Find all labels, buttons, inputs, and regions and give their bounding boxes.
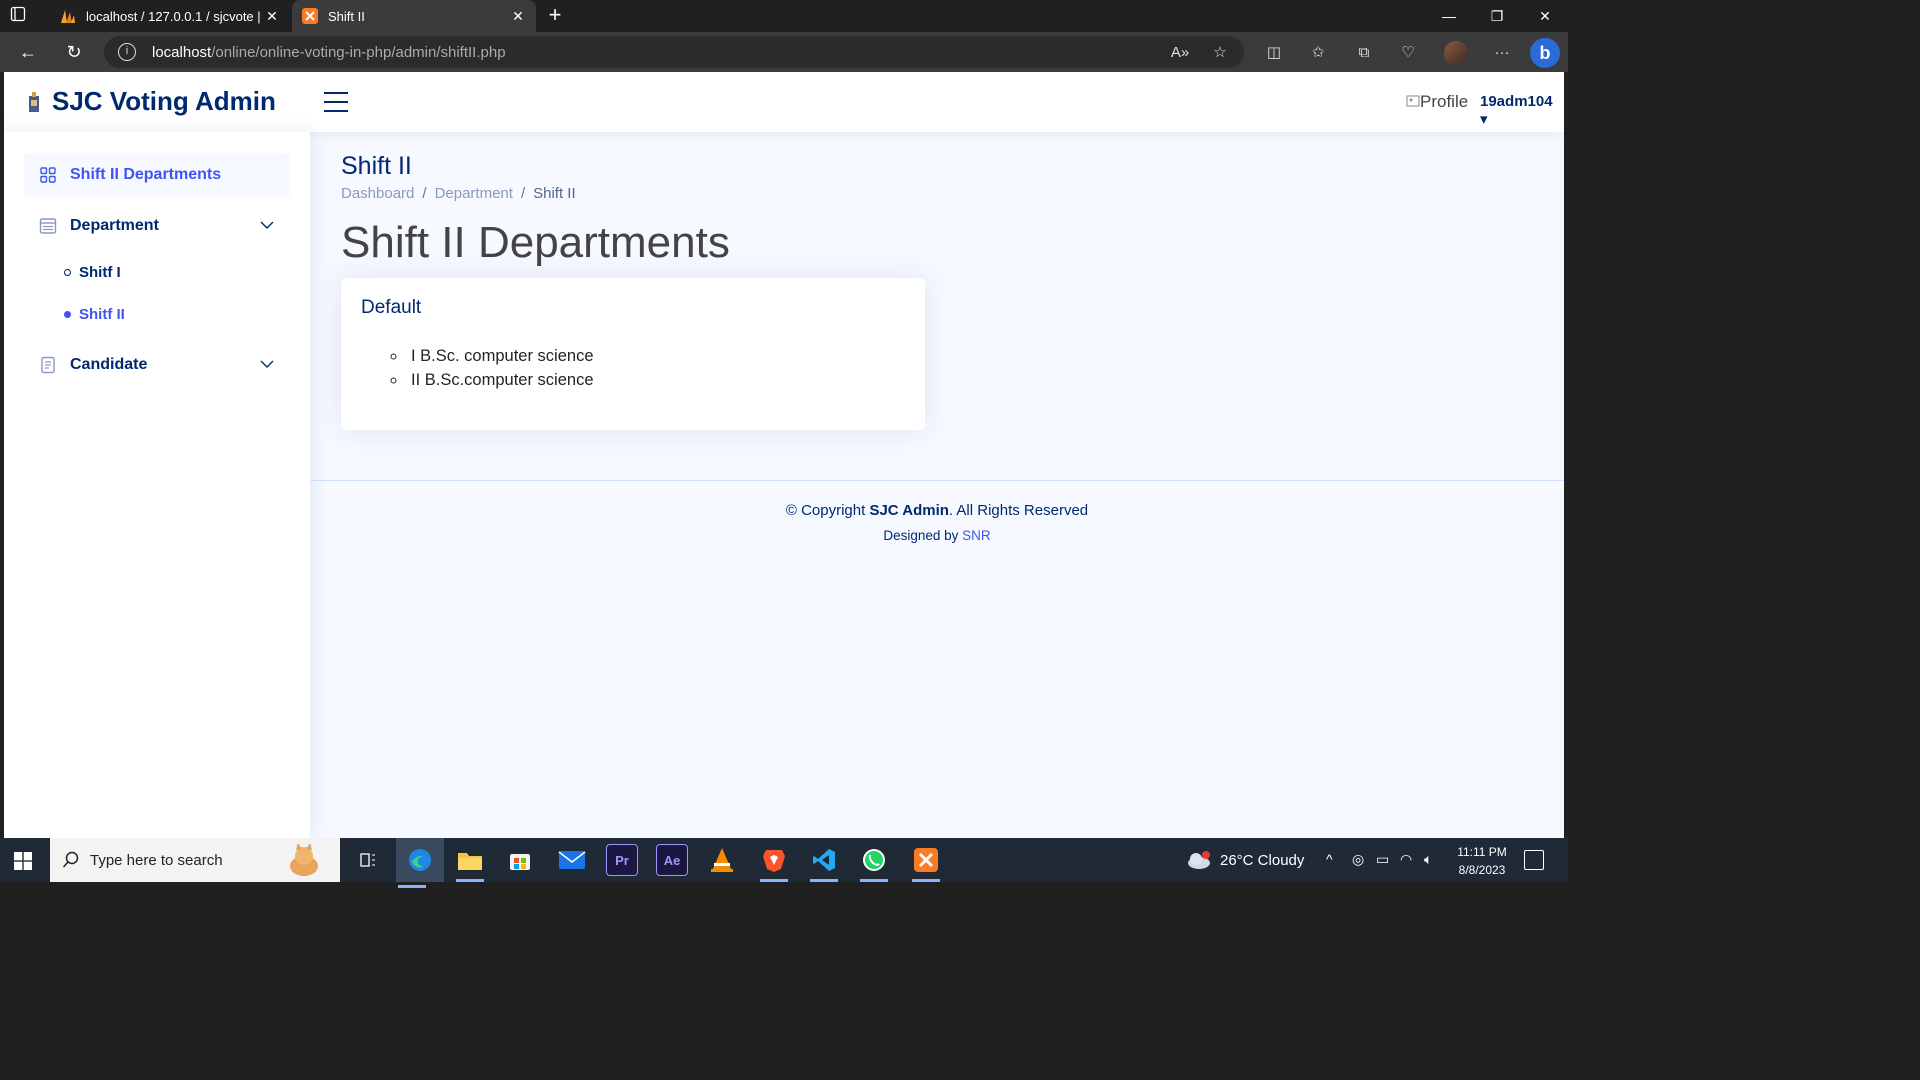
volume-icon[interactable]: 🔈︎ (1424, 851, 1432, 868)
chevron-down-icon (260, 360, 274, 368)
battery-icon[interactable]: ▭ (1376, 851, 1389, 868)
mail-icon[interactable] (556, 844, 588, 876)
wifi-icon[interactable]: ◠ (1400, 851, 1412, 868)
list-item: I B.Sc. computer science (407, 344, 594, 368)
address-bar[interactable]: i localhost/online/online-voting-in-php/… (104, 36, 1244, 68)
window-close-icon[interactable]: ✕ (1522, 0, 1568, 32)
chevron-down-icon (260, 221, 274, 229)
performance-icon[interactable]: ♡ (1396, 40, 1420, 64)
breadcrumb-department[interactable]: Department (435, 185, 513, 202)
footer-divider (310, 480, 1564, 481)
minimize-icon[interactable]: — (1426, 0, 1472, 32)
chevron-up-icon[interactable]: ^ (1326, 851, 1333, 867)
favorites-icon[interactable]: ✩ (1306, 40, 1330, 64)
browser-toolbar: ← ↻ i localhost/online/online-voting-in-… (0, 32, 1568, 72)
tab-title: Shift II (328, 8, 365, 24)
brave-icon[interactable] (758, 844, 790, 882)
refresh-icon[interactable]: ↻ (60, 38, 88, 66)
vlc-icon[interactable] (706, 844, 738, 876)
sidebar-item-label: Shift II Departments (70, 166, 222, 183)
notification-icon[interactable] (1524, 850, 1544, 870)
designed-by: Designed by SNR (883, 528, 991, 543)
more-icon[interactable]: ··· (1490, 40, 1514, 64)
phpmyadmin-icon (61, 10, 75, 23)
breadcrumb: Dashboard / Department / Shift II (341, 185, 576, 202)
sidebar-subitem-shift-i[interactable]: Shitf I (64, 264, 121, 281)
weather-widget[interactable]: 26°C Cloudy (1186, 850, 1304, 870)
edge-app-icon[interactable] (396, 838, 444, 888)
xampp-icon (302, 8, 318, 24)
microsoft-store-icon[interactable] (504, 844, 536, 876)
circle-icon (64, 311, 71, 318)
new-tab-icon[interactable]: + (544, 4, 566, 26)
search-highlight-cat-icon (290, 843, 318, 876)
favorite-star-icon[interactable]: ☆ (1208, 40, 1232, 64)
collections-icon[interactable]: ⧉ (1352, 40, 1376, 64)
breadcrumb-dashboard[interactable]: Dashboard (341, 185, 414, 202)
list-item: II B.Sc.computer science (407, 368, 594, 392)
clock[interactable]: 11:11 PM 8/8/2023 (1446, 843, 1518, 879)
task-view-icon[interactable] (352, 844, 384, 876)
after-effects-icon[interactable]: Ae (656, 844, 688, 876)
journal-icon (41, 356, 55, 374)
circle-icon (64, 269, 71, 276)
xampp-app-icon[interactable] (910, 844, 942, 882)
tab-close-icon[interactable]: ✕ (510, 8, 526, 25)
sidebar-item-label: Department (70, 217, 159, 234)
bing-copilot-icon[interactable]: b (1530, 38, 1560, 68)
browser-tab-phpmyadmin[interactable]: localhost / 127.0.0.1 / sjcvote | ph ✕ (50, 0, 290, 32)
grid-icon (40, 167, 56, 183)
file-explorer-icon[interactable] (454, 844, 486, 882)
designer-link[interactable]: SNR (962, 528, 991, 543)
card-title: Default (361, 297, 422, 318)
read-aloud-icon[interactable]: A» (1168, 40, 1192, 64)
copyright: © Copyright SJC Admin. All Rights Reserv… (785, 502, 1089, 519)
sidebar-item-department[interactable]: Department (24, 204, 290, 248)
search-icon (62, 851, 79, 868)
sidebar-item-label: Candidate (70, 356, 148, 373)
departments-card: Default I B.Sc. computer science II B.Sc… (341, 278, 925, 430)
hamburger-menu-icon[interactable] (324, 92, 348, 112)
search-placeholder: Type here to search (90, 851, 223, 869)
split-screen-icon[interactable]: ◫ (1262, 40, 1286, 64)
address-url: localhost/online/online-voting-in-php/ad… (152, 44, 506, 61)
brand-title[interactable]: SJC Voting Admin (52, 86, 276, 117)
sidebar: Shift II Departments Department Shitf I … (4, 132, 310, 838)
logo-icon[interactable] (26, 90, 42, 114)
page-viewport: SJC Voting Admin Profile 19adm104 ▾ Shif… (4, 72, 1564, 838)
profile-image[interactable]: Profile (1406, 92, 1468, 112)
sidebar-item-candidate[interactable]: Candidate (24, 343, 290, 387)
main-content: Shift II Dashboard / Department / Shift … (310, 132, 1564, 838)
browser-tab-bar: localhost / 127.0.0.1 / sjcvote | ph ✕ S… (0, 0, 1568, 32)
restore-icon[interactable]: ❐ (1474, 0, 1520, 32)
tab-title: localhost / 127.0.0.1 / sjcvote | ph (86, 8, 264, 24)
browser-profile-avatar[interactable] (1444, 41, 1468, 65)
tab-actions-icon[interactable] (10, 6, 40, 26)
profile-dropdown[interactable]: 19adm104 ▾ (1480, 93, 1564, 128)
sidebar-item-shift-ii-departments[interactable]: Shift II Departments (24, 153, 290, 197)
page-title: Shift II (341, 152, 412, 180)
vscode-icon[interactable] (808, 844, 840, 882)
section-heading: Shift II Departments (341, 218, 730, 267)
meet-icon[interactable]: ◎ (1352, 851, 1364, 868)
site-header: SJC Voting Admin Profile 19adm104 ▾ (4, 72, 1564, 132)
browser-tab-shift-ii[interactable]: Shift II ✕ (292, 0, 536, 32)
cloud-icon (1188, 851, 1210, 869)
layout-icon (39, 218, 57, 234)
site-info-icon[interactable]: i (118, 43, 136, 61)
windows-start-icon[interactable] (14, 852, 32, 870)
taskbar-search[interactable]: Type here to search (50, 838, 340, 882)
premiere-pro-icon[interactable]: Pr (606, 844, 638, 876)
whatsapp-icon[interactable] (858, 844, 890, 882)
department-list: I B.Sc. computer science II B.Sc.compute… (407, 344, 594, 392)
tab-close-icon[interactable]: ✕ (264, 8, 280, 25)
taskbar: Type here to search Pr Ae 26°C Cloudy ^ … (0, 838, 1568, 888)
sidebar-subitem-shift-ii[interactable]: Shitf II (64, 306, 125, 323)
back-icon[interactable]: ← (14, 38, 42, 66)
breadcrumb-current: Shift II (533, 185, 576, 202)
